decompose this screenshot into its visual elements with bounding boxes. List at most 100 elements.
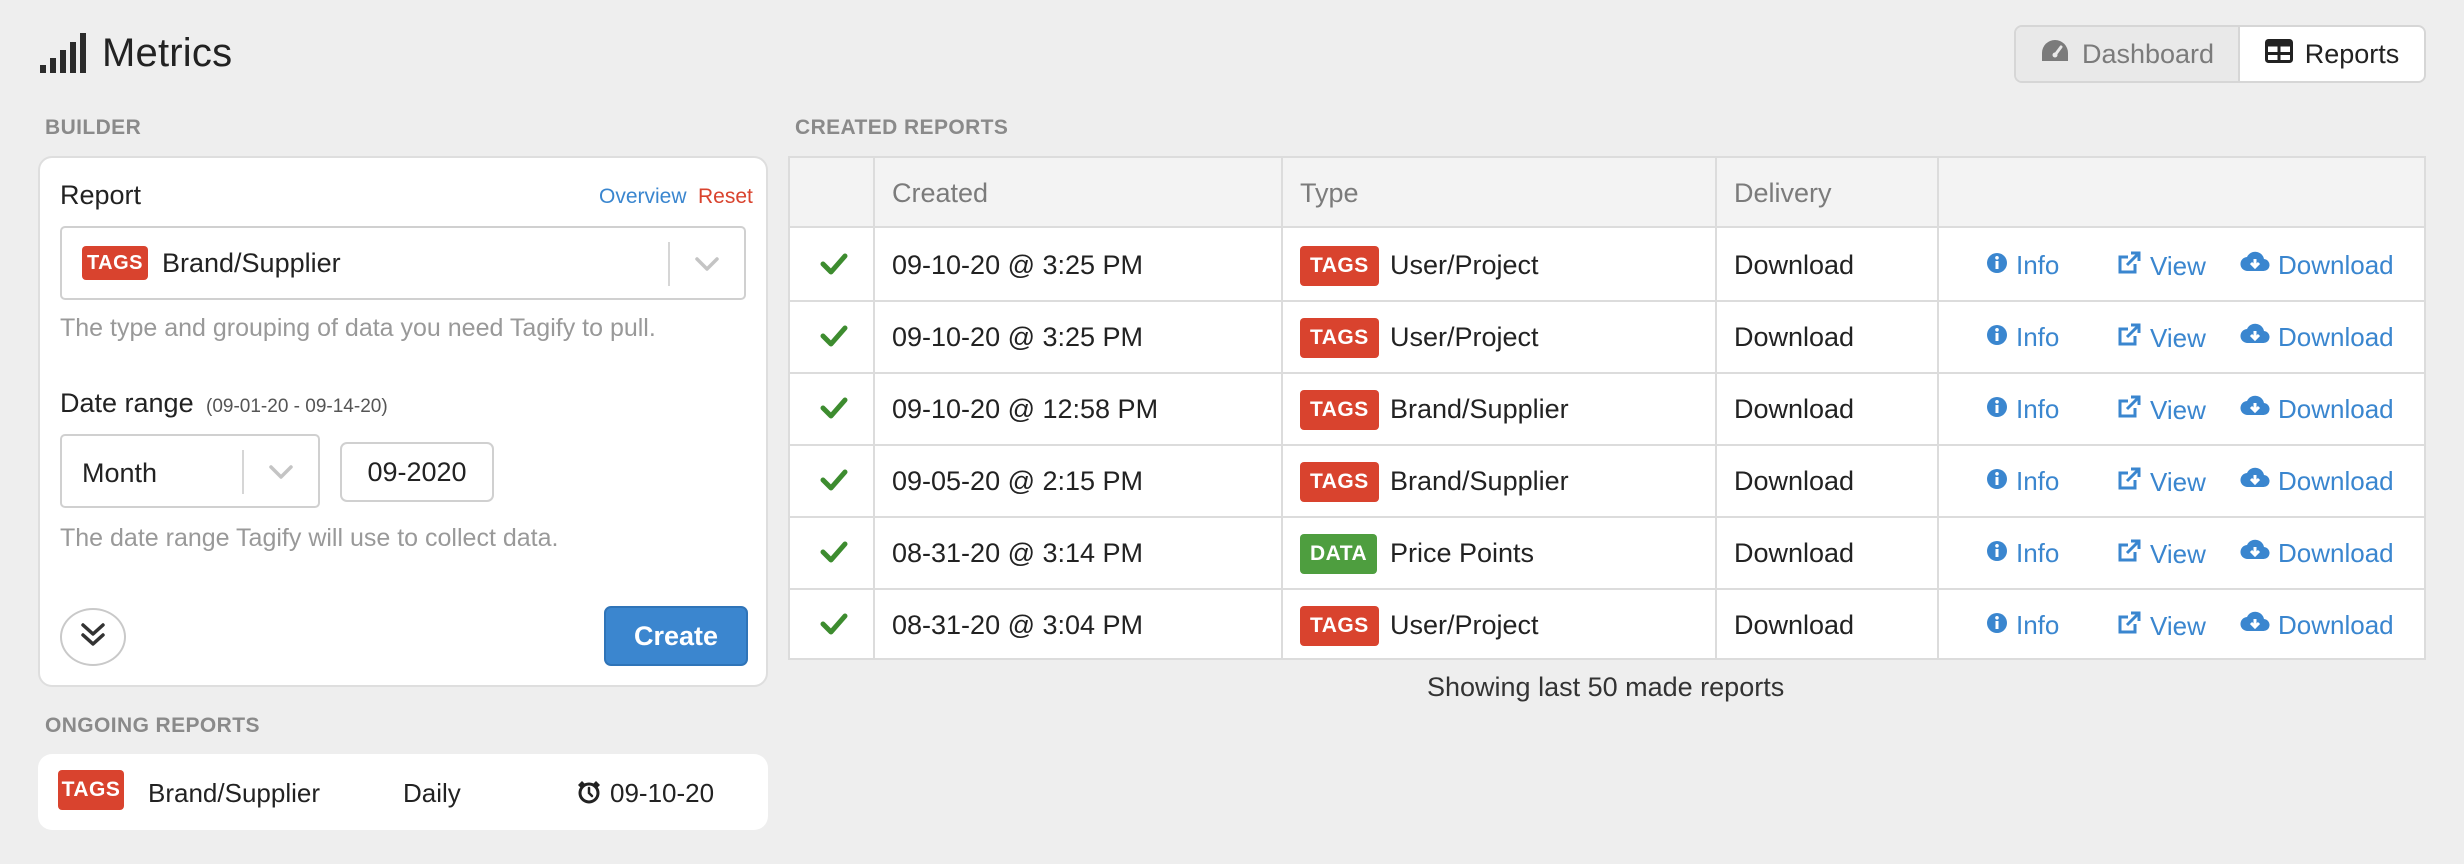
column-header-created: Created xyxy=(892,178,989,208)
created-cell: 08-31-20 @ 3:14 PM xyxy=(892,538,1144,568)
info-link-label: Info xyxy=(2016,466,2060,496)
ongoing-report-item[interactable]: TAGS Brand/Supplier Daily 09-10-20 xyxy=(38,754,768,830)
ongoing-frequency: Daily xyxy=(403,778,461,808)
download-link[interactable]: Download xyxy=(2240,394,2394,425)
info-link-label: Info xyxy=(2016,610,2060,640)
download-link-label: Download xyxy=(2278,394,2394,424)
view-link-label: View xyxy=(2150,251,2206,281)
download-link[interactable]: Download xyxy=(2240,322,2394,353)
table-row: 09-10-20 @ 12:58 PM TAGS Brand/Supplier … xyxy=(790,374,2424,446)
date-help-text: The date range Tagify will use to collec… xyxy=(60,524,559,552)
info-circle-icon xyxy=(1986,538,2008,569)
external-link-icon xyxy=(2116,466,2142,499)
view-link[interactable]: View xyxy=(2116,322,2206,355)
signal-bars-icon xyxy=(40,33,88,73)
info-circle-icon xyxy=(1986,394,2008,425)
double-chevron-down-icon xyxy=(80,621,106,654)
column-header-delivery: Delivery xyxy=(1734,178,1832,208)
reports-table: Created Type Delivery 09-10-20 @ 3:25 PM… xyxy=(788,156,2426,660)
reset-link[interactable]: Reset xyxy=(698,185,753,209)
reports-footer-note: Showing last 50 made reports xyxy=(1427,672,1785,702)
report-label: Report xyxy=(60,180,142,210)
type-cell: Price Points xyxy=(1390,538,1535,568)
external-link-icon xyxy=(2116,394,2142,427)
report-type-value: Brand/Supplier xyxy=(162,248,341,278)
type-tag: TAGS xyxy=(1300,246,1379,286)
info-link-label: Info xyxy=(2016,322,2060,352)
view-link[interactable]: View xyxy=(2116,610,2206,643)
advanced-options-button[interactable] xyxy=(60,608,126,666)
builder-card: Report Overview Reset TAGS Brand/Supplie… xyxy=(38,156,768,687)
reports-section-label: CREATED REPORTS xyxy=(795,116,1009,139)
type-tag: TAGS xyxy=(1300,390,1379,430)
external-link-icon xyxy=(2116,538,2142,571)
view-link[interactable]: View xyxy=(2116,394,2206,427)
app-title: Metrics xyxy=(102,30,233,75)
reports-tab[interactable]: Reports xyxy=(2240,27,2424,81)
cloud-download-icon xyxy=(2240,322,2270,353)
info-link[interactable]: Info xyxy=(1986,394,2059,425)
info-circle-icon xyxy=(1986,250,2008,281)
info-link[interactable]: Info xyxy=(1986,466,2059,497)
dashboard-tab-label: Dashboard xyxy=(2081,38,2215,69)
delivery-cell: Download xyxy=(1734,538,1855,568)
delivery-cell: Download xyxy=(1734,466,1855,496)
info-link[interactable]: Info xyxy=(1986,538,2059,569)
select-divider xyxy=(668,242,670,286)
type-cell: User/Project xyxy=(1390,610,1539,640)
cloud-download-icon xyxy=(2240,394,2270,425)
created-cell: 09-10-20 @ 12:58 PM xyxy=(892,394,1159,424)
delivery-cell: Download xyxy=(1734,322,1855,352)
view-toggle: Dashboard Reports xyxy=(2014,25,2426,83)
view-link[interactable]: View xyxy=(2116,250,2206,283)
created-cell: 09-05-20 @ 2:15 PM xyxy=(892,466,1144,496)
reports-tab-label: Reports xyxy=(2304,38,2400,69)
report-type-select[interactable]: TAGS Brand/Supplier xyxy=(60,226,746,300)
download-link-label: Download xyxy=(2278,610,2394,640)
table-row: 09-10-20 @ 3:25 PM TAGS User/Project Dow… xyxy=(790,230,2424,302)
checkmark-icon xyxy=(820,252,848,281)
column-header-type: Type xyxy=(1300,178,1359,208)
download-link[interactable]: Download xyxy=(2240,610,2394,641)
download-link-label: Download xyxy=(2278,466,2394,496)
checkmark-icon xyxy=(820,612,848,641)
download-link-label: Download xyxy=(2278,322,2394,352)
type-cell: Brand/Supplier xyxy=(1390,394,1569,424)
overview-link[interactable]: Overview xyxy=(599,185,687,209)
table-icon xyxy=(2264,38,2293,70)
info-link[interactable]: Info xyxy=(1986,610,2059,641)
period-date-input[interactable]: 09-2020 xyxy=(340,442,494,502)
info-link[interactable]: Info xyxy=(1986,250,2059,281)
period-select-divider xyxy=(242,450,244,494)
cloud-download-icon xyxy=(2240,250,2270,281)
speedometer-icon xyxy=(2040,38,2070,71)
table-row: 09-10-20 @ 3:25 PM TAGS User/Project Dow… xyxy=(790,302,2424,374)
type-tag: TAGS xyxy=(1300,606,1379,646)
period-select-value: Month xyxy=(82,458,158,488)
info-link[interactable]: Info xyxy=(1986,322,2059,353)
info-circle-icon xyxy=(1986,466,2008,497)
download-link[interactable]: Download xyxy=(2240,538,2394,569)
download-link[interactable]: Download xyxy=(2240,250,2394,281)
checkmark-icon xyxy=(820,396,848,425)
checkmark-icon xyxy=(820,324,848,353)
info-circle-icon xyxy=(1986,322,2008,353)
download-link[interactable]: Download xyxy=(2240,466,2394,497)
view-link[interactable]: View xyxy=(2116,538,2206,571)
view-link[interactable]: View xyxy=(2116,466,2206,499)
app-logo: Metrics xyxy=(40,30,232,76)
dashboard-tab[interactable]: Dashboard xyxy=(2016,27,2240,81)
info-link-label: Info xyxy=(2016,394,2060,424)
date-range-label: Date range xyxy=(60,388,194,418)
download-link-label: Download xyxy=(2278,538,2394,568)
cloud-download-icon xyxy=(2240,466,2270,497)
create-button[interactable]: Create xyxy=(604,606,748,666)
external-link-icon xyxy=(2116,322,2142,355)
checkmark-icon xyxy=(820,468,848,497)
view-link-label: View xyxy=(2150,611,2206,641)
created-cell: 09-10-20 @ 3:25 PM xyxy=(892,322,1144,352)
download-link-label: Download xyxy=(2278,250,2394,280)
ongoing-tag: TAGS xyxy=(58,770,124,810)
period-select[interactable]: Month xyxy=(60,434,320,508)
type-cell: User/Project xyxy=(1390,250,1539,280)
